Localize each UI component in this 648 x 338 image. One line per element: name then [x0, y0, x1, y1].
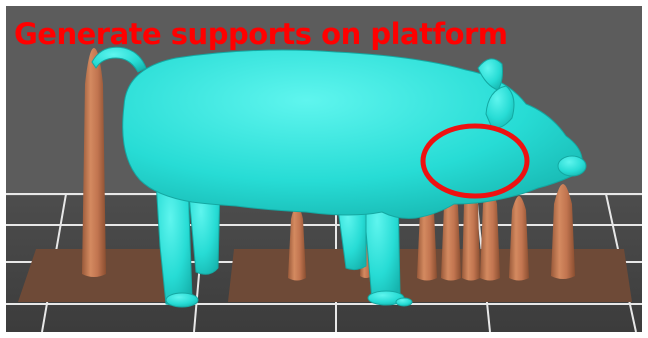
caption-text: Generate supports on platform — [14, 17, 508, 51]
scene-canvas — [6, 6, 642, 332]
support-pillar — [82, 48, 106, 277]
3d-viewport[interactable]: Generate supports on platform — [6, 6, 642, 332]
